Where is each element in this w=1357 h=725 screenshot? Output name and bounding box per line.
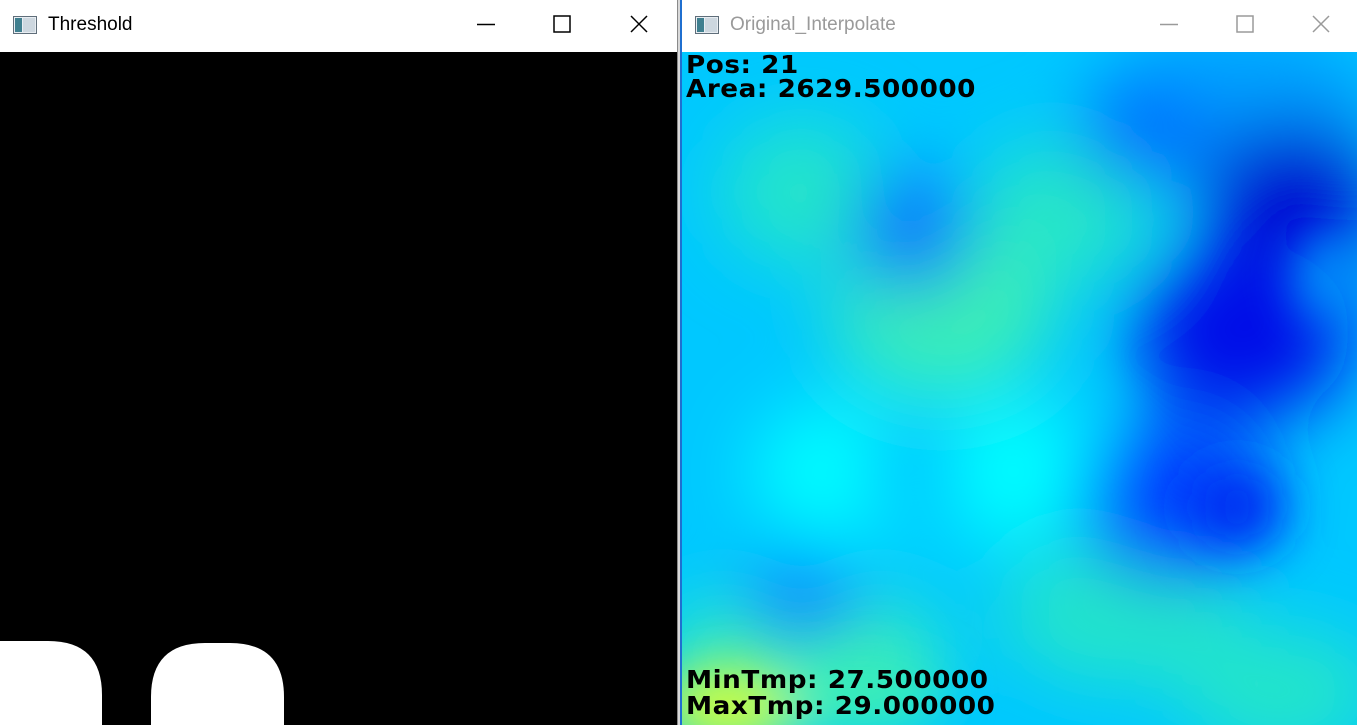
minimize-icon bbox=[1159, 23, 1178, 26]
threshold-blob-right bbox=[151, 643, 284, 725]
threshold-window[interactable]: Threshold bbox=[0, 0, 678, 725]
maximize-icon bbox=[552, 15, 571, 33]
window-title: Threshold bbox=[48, 14, 133, 35]
maximize-button[interactable] bbox=[1206, 0, 1283, 48]
minimize-button[interactable] bbox=[447, 0, 524, 48]
threshold-image[interactable] bbox=[0, 52, 677, 725]
interpolate-titlebar[interactable]: Original_Interpolate bbox=[682, 0, 1357, 50]
minimize-button[interactable] bbox=[1130, 0, 1207, 48]
area-label: Area: 2629.500000 bbox=[686, 74, 976, 103]
heatmap-field bbox=[682, 52, 1357, 725]
close-icon bbox=[1311, 15, 1330, 33]
min-temp-label: MinTmp: 27.500000 bbox=[686, 665, 989, 694]
close-icon bbox=[629, 15, 648, 33]
app-icon bbox=[13, 16, 37, 34]
threshold-titlebar[interactable]: Threshold bbox=[0, 0, 677, 50]
interpolate-window[interactable]: Original_Interpolate Pos: 21 Area: 2629.… bbox=[680, 0, 1357, 725]
minimize-icon bbox=[476, 23, 495, 26]
close-button[interactable] bbox=[1282, 0, 1357, 48]
threshold-mask bbox=[0, 641, 284, 725]
max-temp-label: MaxTmp: 29.000000 bbox=[686, 691, 996, 720]
threshold-blob-left bbox=[0, 641, 102, 725]
maximize-icon bbox=[1235, 15, 1254, 33]
app-icon bbox=[695, 16, 719, 34]
heatmap-image[interactable]: Pos: 21 Area: 2629.500000 MinTmp: 27.500… bbox=[682, 52, 1357, 725]
maximize-button[interactable] bbox=[523, 0, 600, 48]
window-title: Original_Interpolate bbox=[730, 14, 896, 35]
close-button[interactable] bbox=[600, 0, 677, 48]
